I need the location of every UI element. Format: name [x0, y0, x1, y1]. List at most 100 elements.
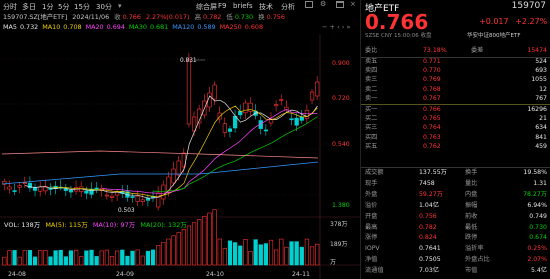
level-volume: 459 — [535, 142, 547, 150]
stat-value: 59.27万 — [419, 190, 443, 198]
ma-legend-value: 0.589 — [197, 23, 216, 31]
stat-label: 涨停 — [365, 234, 378, 242]
exchange-info: SZSE CNY 15:00:06 收盘 — [365, 33, 432, 39]
candle-body — [227, 128, 233, 132]
level-label: 卖四 — [365, 67, 378, 75]
level-price: 0.767 — [423, 94, 441, 102]
volume-bar — [115, 250, 120, 266]
ma-legend-value: 0.608 — [244, 23, 264, 31]
left-icon[interactable]: ‹ — [337, 23, 340, 31]
level-label: 卖二 — [365, 85, 378, 93]
volume-bar — [161, 241, 166, 266]
volume-bar — [99, 250, 104, 266]
volume-bar — [12, 250, 17, 266]
expand-icon[interactable] — [336, 1, 344, 8]
ask-row[interactable]: 卖五 0.771 524 — [361, 58, 550, 67]
level-volume: 524 — [535, 58, 547, 65]
date-tick-label: 24-09 — [116, 271, 134, 278]
stat-row: 最高 0.782 最低 0.730 — [361, 223, 550, 232]
tab-analysis[interactable]: 分析 — [281, 2, 295, 12]
ma-legend-item: MA5 — [3, 23, 17, 31]
volume-bar — [294, 241, 299, 266]
candlestick-chart[interactable]: 0.900 0.720 0.540 1.380 378万 189万万 24-08 24-09 2… — [0, 34, 360, 279]
plus-icon[interactable]: + — [330, 23, 335, 31]
candle-body — [176, 160, 181, 176]
ask-row[interactable]: 卖二 0.768 12 — [361, 86, 550, 95]
volume-bar — [135, 249, 140, 266]
tab-intraday[interactable]: 分时 — [3, 2, 17, 12]
candle-body — [38, 186, 43, 192]
tab-composite[interactable]: 综合屏 — [196, 2, 217, 12]
stat-value: 0.730 — [529, 223, 547, 231]
volume-bar — [145, 250, 151, 266]
bid-row[interactable]: 买四 0.763 841 — [361, 134, 550, 143]
volume-bar — [156, 245, 161, 266]
candle-body — [109, 195, 115, 198]
stat-row: 外盘 59.27万 内盘 78.27万 — [361, 190, 550, 199]
candle-body — [315, 81, 320, 97]
info-strip: 159707.SZ[地产ETF] 2024/11/06 收 0.766 2.27… — [3, 13, 285, 21]
price-change: +0.017 +2.27% — [479, 17, 548, 26]
minus-icon[interactable]: − — [322, 23, 327, 31]
tab-f9[interactable]: F9 — [218, 2, 226, 10]
gear-icon[interactable]: ⚙ — [320, 0, 326, 8]
level-volume: 12 — [539, 85, 547, 93]
candle-body — [263, 129, 269, 132]
tab-30min[interactable]: 30分 — [96, 2, 112, 12]
ask-row[interactable]: 卖四 0.770 693 — [361, 67, 550, 76]
ma-line — [1, 150, 319, 159]
tab-1min[interactable]: 1分 — [42, 2, 53, 12]
date-tick-label: 24-11 — [292, 271, 310, 278]
bid-row[interactable]: 买一 0.766 16296 — [361, 106, 550, 115]
stat-value: 0.7505 — [419, 256, 441, 264]
tab-briefs[interactable]: briefs — [233, 2, 253, 10]
stat-label: 流通值 — [365, 267, 384, 275]
tab-5min[interactable]: 5分 — [58, 2, 69, 12]
level-price: 0.768 — [423, 85, 441, 93]
period-dropdown-icon[interactable]: ▾ — [118, 2, 122, 10]
price-tick-label: 0.900 — [332, 60, 350, 67]
tab-technical[interactable]: 技术 — [259, 2, 273, 12]
volume-bar — [309, 246, 315, 266]
level-volume: 16296 — [527, 106, 547, 113]
tab-15min[interactable]: 15分 — [74, 2, 90, 12]
stat-row: 涨停 0.824 跌停 0.674 — [361, 233, 550, 242]
level-price: 0.762 — [423, 142, 441, 150]
level-volume: 21 — [539, 115, 547, 123]
volume-bar — [233, 242, 238, 266]
ask-row[interactable]: 卖三 0.769 1055 — [361, 76, 550, 85]
order-ratio-row: 委比 73.18% 委差 15474 — [365, 47, 547, 54]
stat-label: 跌停 — [465, 234, 478, 242]
stat-label: 市值 — [465, 267, 478, 275]
bid-row[interactable]: 买二 0.765 21 — [361, 115, 550, 124]
candle-body — [145, 198, 151, 201]
close-icon[interactable]: × — [350, 0, 356, 8]
ask-row[interactable]: 卖一 0.767 767 — [361, 95, 550, 104]
date-tick-label: 24-10 — [206, 271, 224, 278]
window-icon[interactable] — [305, 1, 313, 8]
stat-row: 成交额 137.55万 换手 19.58% — [361, 168, 550, 177]
stat-label: 净值 — [365, 256, 378, 264]
volume-bar — [268, 239, 274, 266]
stat-value: 78.27万 — [523, 190, 547, 198]
tab-multi-day[interactable]: 多日 — [22, 2, 36, 12]
date-tick-label: 24-08 — [8, 271, 26, 278]
stat-label: 内盘 — [465, 190, 478, 198]
bid-row[interactable]: 买五 0.762 459 — [361, 143, 550, 152]
bid-row[interactable]: 买三 0.764 634 — [361, 124, 550, 133]
chevron-right-icon[interactable]: » — [346, 23, 350, 31]
volume-bar — [171, 235, 176, 266]
volume-bar — [279, 238, 284, 266]
ma-legend-value: 0.732 — [19, 23, 39, 31]
candle-body — [243, 102, 248, 114]
stat-label: 溢价 — [365, 201, 378, 209]
candle-body — [274, 104, 279, 107]
right-icon[interactable]: › — [342, 23, 345, 31]
security-code: 159707.SZ[地产ETF] — [3, 13, 68, 21]
volume-bar — [263, 243, 269, 266]
volume-bar — [120, 249, 125, 266]
candle-body — [94, 187, 99, 190]
level-label: 买二 — [365, 115, 378, 123]
level-volume: 693 — [535, 67, 547, 75]
fund-fullname: 华安中证800地产ETF — [467, 33, 521, 39]
